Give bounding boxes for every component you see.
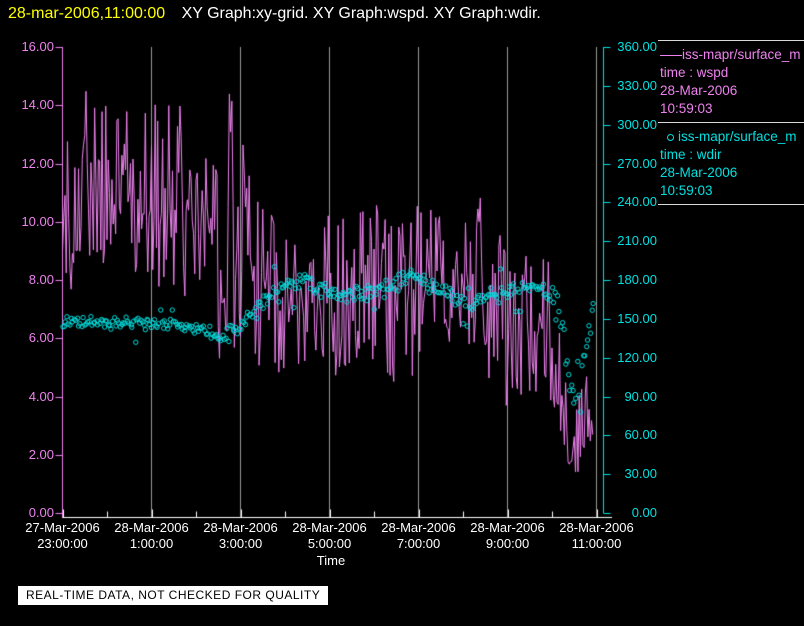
x-axis-tick-label: 28-Mar-2006 3:00:00	[191, 520, 291, 552]
right-axis-tick-label: 180.00	[617, 272, 657, 287]
left-axis-tick-label: 2.00	[28, 446, 54, 462]
left-axis-tick-label: 16.00	[21, 39, 54, 54]
legend-panel: iss-mapr/surface_m time : wspd 28-Mar-20…	[658, 40, 804, 205]
right-axis-tick-label: 300.00	[617, 116, 657, 132]
right-axis-tick-label: 90.00	[624, 388, 657, 404]
title-timestamp: 28-mar-2006,11:00:00	[8, 5, 166, 22]
x-axis-tick-label: 28-Mar-2006 1:00:00	[102, 520, 202, 552]
x-axis-tick-label: 28-Mar-2006 5:00:00	[280, 520, 380, 552]
legend-entry-variable: time : wspd	[660, 65, 729, 80]
x-axis-tick-label: 28-Mar-2006 7:00:00	[369, 520, 469, 552]
data-quality-notice: REAL-TIME DATA, NOT CHECKED FOR QUALITY	[18, 586, 329, 605]
x-axis-tick-label: 28-Mar-2006 11:00:00	[547, 520, 647, 552]
x-tick-date: 28-Mar-2006	[470, 520, 545, 535]
right-axis-tick-label: 120.00	[617, 349, 657, 365]
x-tick-date: 28-Mar-2006	[114, 520, 189, 535]
left-axis-tick-label: 6.00	[28, 330, 54, 346]
x-tick-time: 23:00:00	[37, 536, 88, 551]
app-window: 28-mar-2006,11:00:00 XY Graph:xy-grid. X…	[0, 0, 804, 626]
title-bar: 28-mar-2006,11:00:00 XY Graph:xy-grid. X…	[8, 5, 541, 25]
right-axis-tick-label: 30.00	[624, 466, 657, 482]
x-axis-tick-label: 27-Mar-2006 23:00:00	[13, 520, 113, 552]
title-graph-list: XY Graph:xy-grid. XY Graph:wspd. XY Grap…	[181, 5, 541, 22]
legend-entry-wspd: iss-mapr/surface_m time : wspd 28-Mar-20…	[658, 41, 804, 122]
x-tick-date: 27-Mar-2006	[25, 520, 100, 535]
x-tick-date: 28-Mar-2006	[559, 520, 634, 535]
right-axis-tick-label: 150.00	[617, 310, 657, 326]
legend-entry-time: 10:59:03	[660, 183, 713, 198]
right-axis-tick-label: 330.00	[617, 77, 657, 93]
right-axis-tick-label: 210.00	[617, 233, 657, 249]
x-tick-time: 1:00:00	[129, 536, 174, 551]
legend-entry-name-row: iss-mapr/surface_m	[660, 128, 804, 146]
x-tick-date: 28-Mar-2006	[292, 520, 367, 535]
legend-entry-variable: time : wdir	[660, 147, 722, 162]
left-axis-tick-label: 10.00	[21, 213, 54, 229]
legend-entry-name: iss-mapr/surface_m	[682, 47, 801, 62]
legend-entry-name: iss-mapr/surface_m	[678, 129, 797, 144]
legend-separator	[658, 204, 804, 205]
right-axis-tick-label: 360.00	[617, 39, 657, 54]
right-axis-tick-label: 240.00	[617, 194, 657, 210]
right-axis-tick-label: 270.00	[617, 155, 657, 171]
x-tick-time: 5:00:00	[307, 536, 352, 551]
legend-entry-wdir: iss-mapr/surface_m time : wdir 28-Mar-20…	[658, 123, 804, 204]
left-axis-tick-label: 4.00	[28, 388, 54, 404]
line-sample-icon	[660, 54, 682, 56]
x-tick-date: 28-Mar-2006	[203, 520, 278, 535]
legend-entry-name-row: iss-mapr/surface_m	[660, 46, 804, 64]
left-axis-tick-label: 0.00	[28, 505, 54, 520]
circle-marker-icon	[667, 133, 674, 141]
left-axis-tick-label: 14.00	[21, 97, 54, 113]
right-axis-tick-label: 60.00	[624, 427, 657, 443]
right-axis-tick-label: 0.00	[631, 505, 657, 520]
x-axis-tick-label: 28-Mar-2006 9:00:00	[458, 520, 558, 552]
x-tick-time: 11:00:00	[571, 536, 622, 551]
left-axis-tick-label: 12.00	[21, 155, 54, 171]
left-axis-tick-label: 8.00	[28, 272, 54, 287]
x-tick-time: 7:00:00	[396, 536, 441, 551]
legend-entry-date: 28-Mar-2006	[660, 83, 738, 98]
x-tick-time: 3:00:00	[218, 536, 263, 551]
x-axis-title: Time	[316, 553, 346, 568]
x-tick-date: 28-Mar-2006	[381, 520, 456, 535]
x-tick-time: 9:00:00	[485, 536, 530, 551]
legend-entry-time: 10:59:03	[660, 101, 713, 116]
legend-entry-date: 28-Mar-2006	[660, 165, 738, 180]
